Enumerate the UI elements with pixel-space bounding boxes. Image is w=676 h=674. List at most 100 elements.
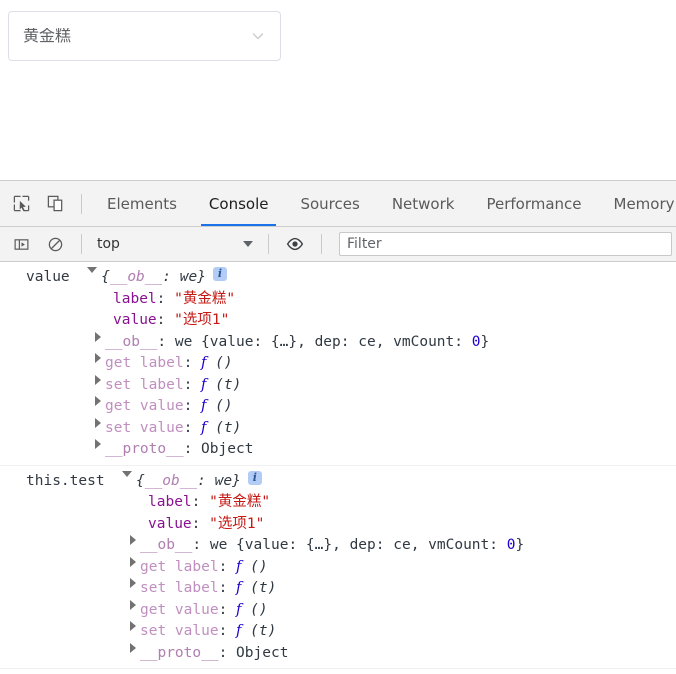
property-key: set label xyxy=(140,580,219,596)
console-toolbar: top xyxy=(0,227,676,262)
disclosure-triangle-collapsed-icon[interactable] xyxy=(130,621,136,631)
console-toolbar-divider-3 xyxy=(321,234,322,254)
console-context-selector[interactable]: top xyxy=(91,233,259,255)
property-value: "选项1" xyxy=(209,515,265,532)
object-property-row[interactable]: __proto__: Object xyxy=(0,642,676,665)
disclosure-triangle-collapsed-icon[interactable] xyxy=(130,556,136,567)
property-value: "黄金糕" xyxy=(174,290,236,307)
disclosure-triangle-collapsed-icon[interactable] xyxy=(95,396,101,406)
caret-down-icon xyxy=(243,241,253,247)
console-message[interactable]: value {__ob__: we} i label: "黄金糕" value: … xyxy=(0,262,676,466)
devtools-panel: Elements Console Sources Network Perform… xyxy=(0,180,676,674)
object-property-row[interactable]: value: "选项1" xyxy=(0,514,676,536)
property-value: "黄金糕" xyxy=(209,494,271,510)
property-key: set value xyxy=(105,419,184,436)
disclosure-triangle-collapsed-icon[interactable] xyxy=(95,439,101,449)
console-sidebar-icon[interactable] xyxy=(4,227,38,261)
tab-network[interactable]: Network xyxy=(376,181,471,226)
disclosure-triangle-collapsed-icon[interactable] xyxy=(95,374,101,385)
tab-console[interactable]: Console xyxy=(193,181,285,226)
property-key: __proto__ xyxy=(140,644,219,661)
console-expression-label: value xyxy=(26,269,70,285)
preview-value: we xyxy=(214,472,233,489)
property-key: get value xyxy=(140,601,219,618)
disclosure-triangle-collapsed-icon[interactable] xyxy=(130,578,136,588)
tab-performance-label: Performance xyxy=(486,194,582,213)
property-class: we xyxy=(209,537,228,553)
console-toolbar-divider-1 xyxy=(81,234,82,254)
device-toolbar-icon[interactable] xyxy=(38,187,72,221)
web-page-viewport: 黄金糕 xyxy=(0,0,676,180)
disclosure-triangle-collapsed-icon[interactable] xyxy=(130,535,136,545)
console-toolbar-divider-2 xyxy=(268,234,269,254)
property-key: get label xyxy=(105,355,184,371)
tab-network-label: Network xyxy=(391,194,455,213)
property-key: __ob__ xyxy=(140,537,193,553)
disclosure-triangle-collapsed-icon[interactable] xyxy=(95,417,101,428)
disclosure-triangle-collapsed-icon[interactable] xyxy=(130,599,136,610)
property-key: get value xyxy=(105,398,184,414)
console-message-header[interactable]: this.test {__ob__: we} i xyxy=(0,470,676,493)
disclosure-triangle-collapsed-icon[interactable] xyxy=(95,331,101,342)
property-key: label xyxy=(113,290,157,307)
preview-value: we xyxy=(179,269,198,285)
live-expression-eye-icon[interactable] xyxy=(278,227,312,261)
tab-elements-label: Elements xyxy=(107,194,177,213)
property-key: __proto__ xyxy=(105,441,184,457)
preview-key: __ob__ xyxy=(109,269,163,285)
object-property-row[interactable]: get label: f () xyxy=(0,353,676,375)
object-preview: {__ob__: we} xyxy=(101,269,206,285)
tab-elements[interactable]: Elements xyxy=(91,181,193,226)
disclosure-triangle-collapsed-icon[interactable] xyxy=(95,353,101,363)
property-class: we xyxy=(174,333,193,350)
property-key: set value xyxy=(140,623,219,639)
chevron-down-icon[interactable] xyxy=(250,28,266,44)
object-property-row[interactable]: set value: f (t) xyxy=(0,417,676,440)
select-dropdown[interactable]: 黄金糕 xyxy=(8,11,281,61)
property-value: Object xyxy=(236,644,289,661)
object-property-row[interactable]: get value: f () xyxy=(0,396,676,418)
clear-console-icon[interactable] xyxy=(38,227,72,261)
property-key: value xyxy=(148,515,192,532)
property-key: get label xyxy=(140,558,219,575)
property-key: __ob__ xyxy=(105,333,158,350)
object-property-row[interactable]: __ob__: we {value: {…}, dep: ce, vmCount… xyxy=(0,535,676,557)
object-property-row[interactable]: get label: f () xyxy=(0,556,676,579)
property-key: label xyxy=(148,494,192,510)
select-dropdown-value: 黄金糕 xyxy=(23,28,72,44)
object-property-row[interactable]: set label: f (t) xyxy=(0,578,676,600)
tab-sources[interactable]: Sources xyxy=(284,181,375,226)
object-property-row[interactable]: label: "黄金糕" xyxy=(0,289,676,311)
console-context-label: top xyxy=(97,236,120,252)
console-message[interactable]: this.test {__ob__: we} i label: "黄金糕" val… xyxy=(0,466,676,669)
object-preview: {__ob__: we} xyxy=(136,472,241,489)
property-value: "选项1" xyxy=(174,312,230,328)
disclosure-triangle-expanded-icon[interactable] xyxy=(122,470,133,477)
object-property-row[interactable]: set value: f (t) xyxy=(0,621,676,643)
object-property-row[interactable]: __proto__: Object xyxy=(0,439,676,461)
console-expression-label: this.test xyxy=(26,472,105,489)
preview-key: __ob__ xyxy=(144,472,198,489)
console-log-area[interactable]: value {__ob__: we} i label: "黄金糕" value: … xyxy=(0,262,676,673)
tab-console-label: Console xyxy=(208,194,269,213)
disclosure-triangle-collapsed-icon[interactable] xyxy=(130,642,136,653)
object-property-row[interactable]: get value: f () xyxy=(0,599,676,622)
tab-sources-label: Sources xyxy=(300,194,360,213)
disclosure-triangle-expanded-icon[interactable] xyxy=(87,267,98,273)
object-property-row[interactable]: label: "黄金糕" xyxy=(0,492,676,514)
filter-input[interactable] xyxy=(339,232,672,256)
console-message-header[interactable]: value {__ob__: we} i xyxy=(0,267,676,289)
info-badge-icon[interactable]: i xyxy=(247,470,262,485)
object-property-row[interactable]: set label: f (t) xyxy=(0,374,676,397)
select-dropdown-wrapper: 黄金糕 xyxy=(8,11,281,61)
property-value: Object xyxy=(201,441,254,457)
property-key: set label xyxy=(105,376,184,393)
tab-performance[interactable]: Performance xyxy=(470,181,597,226)
devtools-tabbar: Elements Console Sources Network Perform… xyxy=(0,181,676,227)
object-property-row[interactable]: __ob__: we {value: {…}, dep: ce, vmCount… xyxy=(0,331,676,354)
object-property-row[interactable]: value: "选项1" xyxy=(0,310,676,332)
info-badge-icon[interactable]: i xyxy=(212,267,227,281)
inspect-element-icon[interactable] xyxy=(4,187,38,221)
tab-memory-label: Memory xyxy=(613,194,675,213)
tab-memory[interactable]: Memory xyxy=(598,181,676,226)
